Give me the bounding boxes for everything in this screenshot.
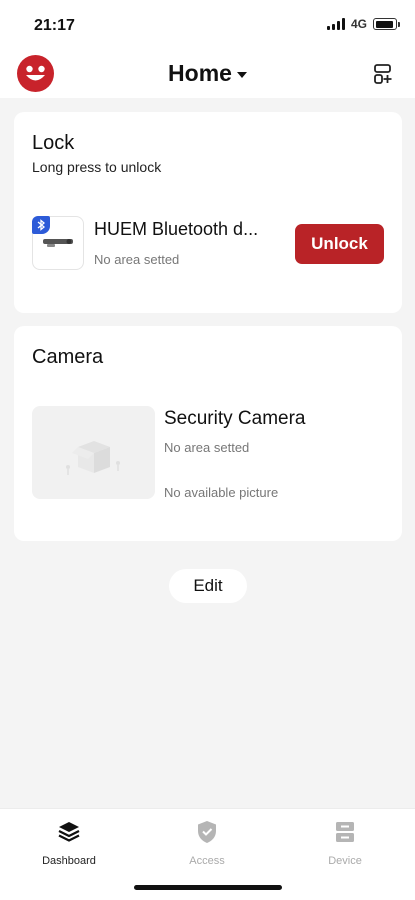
shield-check-icon xyxy=(198,821,216,843)
lock-device-name[interactable]: HUEM Bluetooth d... xyxy=(94,219,290,240)
lock-device-thumbnail[interactable] xyxy=(32,216,84,270)
battery-level xyxy=(375,20,393,28)
lock-card-subtitle: Long press to unlock xyxy=(32,159,162,175)
home-selector[interactable]: Home xyxy=(0,60,415,87)
page-title: Home xyxy=(168,60,232,86)
door-lock-image-icon xyxy=(43,239,73,247)
layout-add-icon xyxy=(374,64,392,84)
camera-thumbnail[interactable] xyxy=(32,406,155,499)
nav-item-device[interactable]: Device xyxy=(300,819,390,867)
nav-label-access: Access xyxy=(189,855,225,867)
status-time: 21:17 xyxy=(34,17,75,34)
lock-card-title: Lock xyxy=(32,132,75,154)
network-type: 4G xyxy=(350,17,367,31)
nav-item-dashboard[interactable]: Dashboard xyxy=(24,819,114,867)
nav-item-access[interactable]: Access xyxy=(162,819,252,867)
battery-icon xyxy=(373,18,400,30)
lock-device-area: No area setted xyxy=(94,252,180,267)
layers-icon xyxy=(58,822,80,842)
status-indicators: 4G xyxy=(326,17,400,31)
app-header: Home xyxy=(0,50,415,98)
lock-card: Lock Long press to unlock HUEM Bluetooth… xyxy=(14,112,402,313)
status-bar: 21:17 4G xyxy=(0,0,415,50)
camera-card-title: Camera xyxy=(32,346,104,368)
layout-add-button[interactable] xyxy=(373,63,393,85)
nav-label-dashboard: Dashboard xyxy=(42,855,96,867)
camera-device-area: No area setted xyxy=(164,440,250,455)
camera-device-name[interactable]: Security Camera xyxy=(164,408,306,430)
camera-card: Camera Security Camera No area setted No… xyxy=(14,326,402,541)
home-indicator xyxy=(134,885,282,890)
empty-box-icon xyxy=(65,440,120,475)
signal-icon xyxy=(326,18,345,30)
device-icon xyxy=(336,822,354,842)
caret-down-icon xyxy=(236,71,247,78)
nav-label-device: Device xyxy=(328,855,362,867)
camera-picture-status: No available picture xyxy=(164,485,279,500)
edit-button[interactable]: Edit xyxy=(169,569,247,603)
unlock-button[interactable]: Unlock xyxy=(295,224,384,264)
